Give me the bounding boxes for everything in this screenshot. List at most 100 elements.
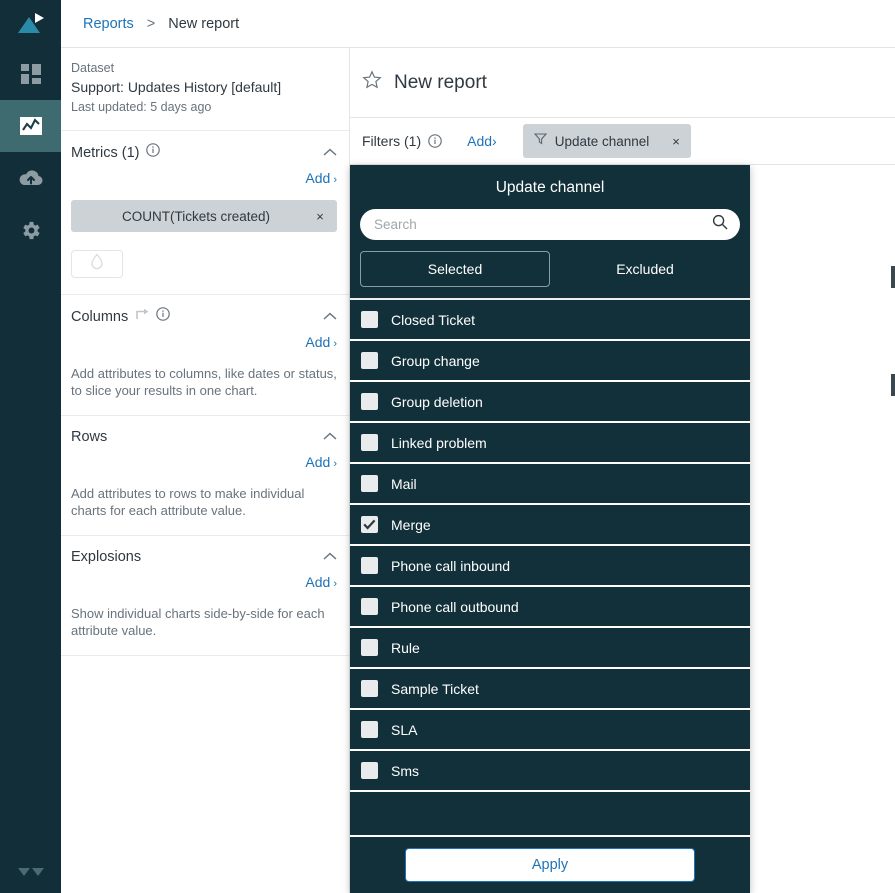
dataset-label: Dataset bbox=[71, 61, 115, 75]
add-filter-link[interactable]: Add› bbox=[467, 133, 497, 149]
dataset-last-updated: Last updated: 5 days ago bbox=[71, 100, 212, 114]
explosions-hint: Show individual charts side-by-side for … bbox=[71, 606, 325, 638]
dataset-summary[interactable]: Dataset Support: Updates History [defaul… bbox=[61, 48, 349, 131]
nav-item-reports[interactable] bbox=[0, 100, 61, 152]
filter-option-label: Rule bbox=[391, 639, 420, 656]
collapse-chevron-columns[interactable] bbox=[323, 308, 337, 326]
section-title-rows: Rows bbox=[71, 429, 108, 445]
report-header: New report bbox=[350, 48, 895, 118]
filter-chip-update-channel[interactable]: Update channel × bbox=[522, 124, 691, 158]
checkbox-checked-icon[interactable] bbox=[361, 516, 378, 533]
filter-option-row[interactable]: Phone call inbound bbox=[350, 546, 750, 587]
filter-option-row[interactable]: Group deletion bbox=[350, 382, 750, 423]
filter-option-label: Group change bbox=[391, 352, 480, 369]
checkbox-unchecked-icon[interactable] bbox=[361, 311, 378, 328]
filters-bar: Filters (1) Add› Update channel × bbox=[350, 118, 895, 165]
panel-search-wrapper bbox=[350, 209, 750, 240]
filter-option-list[interactable]: Closed Ticket Group change Group deletion L… bbox=[350, 300, 750, 835]
filter-option-label: Merge bbox=[391, 516, 431, 533]
filter-option-label: Group deletion bbox=[391, 393, 483, 410]
filter-option-label: Phone call outbound bbox=[391, 598, 519, 615]
columns-hint: Add attributes to columns, like dates or… bbox=[71, 366, 337, 398]
collapse-chevron-metrics[interactable] bbox=[323, 144, 337, 162]
checkbox-unchecked-icon[interactable] bbox=[361, 557, 378, 574]
section-title-columns: Columns bbox=[71, 308, 129, 325]
filter-option-row[interactable]: SLA bbox=[350, 710, 750, 751]
filter-option-label: Phone call inbound bbox=[391, 557, 511, 574]
page-title: New report bbox=[394, 71, 487, 93]
checkbox-unchecked-icon[interactable] bbox=[361, 352, 378, 369]
checkbox-unchecked-icon[interactable] bbox=[361, 475, 378, 492]
nav-item-partial-bottom[interactable] bbox=[0, 849, 61, 893]
filter-chip-remove-icon[interactable]: × bbox=[672, 134, 680, 149]
nav-item-dashboard[interactable] bbox=[0, 48, 61, 100]
search-box[interactable] bbox=[360, 209, 740, 240]
app-logo[interactable] bbox=[0, 0, 61, 48]
add-column-link[interactable]: Add › bbox=[305, 334, 337, 350]
filter-option-label: Linked problem bbox=[391, 434, 487, 451]
filter-option-row[interactable]: Rule bbox=[350, 628, 750, 669]
section-explosions: Explosions Add › Show individual charts s… bbox=[61, 536, 349, 656]
nav-item-uploads[interactable] bbox=[0, 152, 61, 204]
filter-option-row[interactable]: Sms bbox=[350, 751, 750, 792]
info-icon[interactable] bbox=[146, 143, 161, 162]
collapse-chevron-rows[interactable] bbox=[323, 428, 337, 446]
filter-option-row[interactable]: Phone call outbound bbox=[350, 587, 750, 628]
panel-tabs: Selected Excluded bbox=[350, 240, 750, 287]
filter-value-picker-panel: Update channel Selected Excluded Closed … bbox=[350, 165, 750, 893]
filter-option-label: Mail bbox=[391, 475, 417, 492]
add-explosion-link[interactable]: Add › bbox=[305, 574, 337, 590]
tab-excluded[interactable]: Excluded bbox=[550, 251, 740, 287]
app-root: Reports > New report Dataset Support: Up… bbox=[0, 0, 895, 893]
section-title-metrics: Metrics (1) bbox=[71, 144, 140, 161]
funnel-icon bbox=[533, 132, 547, 150]
checkbox-unchecked-icon[interactable] bbox=[361, 434, 378, 451]
add-metric-link[interactable]: Add › bbox=[305, 170, 337, 186]
metric-format-button[interactable] bbox=[71, 250, 123, 278]
checkbox-unchecked-icon[interactable] bbox=[361, 762, 378, 779]
apply-button[interactable]: Apply bbox=[405, 848, 695, 882]
search-icon[interactable] bbox=[712, 214, 728, 235]
canvas-edge-fragment-bottom bbox=[891, 374, 895, 396]
filter-option-row[interactable]: Linked problem bbox=[350, 423, 750, 464]
tab-selected[interactable]: Selected bbox=[360, 251, 550, 287]
sort-arrow-icon[interactable] bbox=[135, 307, 150, 326]
collapse-chevrons-icon bbox=[16, 866, 46, 885]
metric-chip-remove-icon[interactable]: × bbox=[303, 209, 337, 224]
info-icon[interactable] bbox=[156, 307, 171, 326]
primary-nav-rail bbox=[0, 0, 61, 893]
metric-chip-count-tickets-created[interactable]: COUNT(Tickets created) × bbox=[71, 200, 337, 232]
add-row-link[interactable]: Add › bbox=[305, 454, 337, 470]
canvas-edge-fragment-top bbox=[891, 266, 895, 288]
rows-hint: Add attributes to rows to make individua… bbox=[71, 486, 305, 518]
checkbox-unchecked-icon[interactable] bbox=[361, 680, 378, 697]
info-icon[interactable] bbox=[428, 134, 442, 148]
filter-option-row[interactable]: Merge bbox=[350, 505, 750, 546]
breadcrumb-current: New report bbox=[168, 15, 240, 32]
collapse-chevron-explosions[interactable] bbox=[323, 548, 337, 566]
chart-line-icon bbox=[19, 115, 43, 137]
filter-option-label: SLA bbox=[391, 721, 418, 738]
breadcrumb-link-reports[interactable]: Reports bbox=[83, 16, 134, 32]
report-config-sidebar: Dataset Support: Updates History [defaul… bbox=[61, 48, 350, 893]
checkbox-unchecked-icon[interactable] bbox=[361, 721, 378, 738]
nav-item-settings[interactable] bbox=[0, 204, 61, 256]
water-drop-icon bbox=[90, 253, 104, 275]
filters-label: Filters (1) bbox=[362, 133, 422, 149]
filter-chip-label: Update channel bbox=[554, 133, 650, 149]
filter-option-row[interactable]: Closed Ticket bbox=[350, 300, 750, 341]
metric-chip-label: COUNT(Tickets created) bbox=[121, 208, 271, 224]
star-outline-icon[interactable] bbox=[362, 70, 382, 95]
gear-icon bbox=[19, 219, 42, 242]
section-rows: Rows Add › Add attributes to rows to make… bbox=[61, 416, 349, 536]
filter-option-label: Sample Ticket bbox=[391, 680, 479, 697]
filter-option-row[interactable]: Group change bbox=[350, 341, 750, 382]
checkbox-unchecked-icon[interactable] bbox=[361, 598, 378, 615]
checkbox-unchecked-icon[interactable] bbox=[361, 639, 378, 656]
checkbox-unchecked-icon[interactable] bbox=[361, 393, 378, 410]
filter-option-label: Sms bbox=[391, 762, 419, 779]
filter-option-row[interactable]: Sample Ticket bbox=[350, 669, 750, 710]
section-metrics: Metrics (1) Add › COUNT(Tickets created) … bbox=[61, 131, 349, 295]
filter-option-row[interactable]: Mail bbox=[350, 464, 750, 505]
search-input[interactable] bbox=[374, 217, 712, 232]
